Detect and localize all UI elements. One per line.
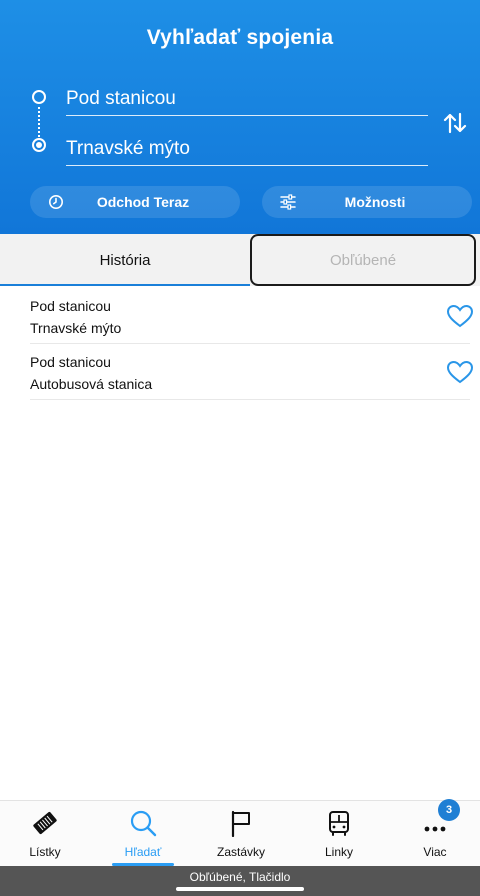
search-header: Vyhľadať spojenia Pod stanicou Trnavské …: [0, 0, 480, 234]
accessibility-status-bar: Obľúbené, Tlačidlo: [0, 866, 480, 896]
list-item-to: Trnavské mýto: [30, 320, 122, 336]
tabbar-label: Viac: [423, 845, 447, 859]
tabbar-label: Hľadať: [124, 845, 162, 859]
options-label: Možnosti: [344, 194, 406, 210]
heart-outline-icon: [446, 360, 474, 384]
tabbar-item-stops[interactable]: Zastávky: [196, 801, 286, 867]
tabbar-item-tickets[interactable]: Lístky: [0, 801, 90, 867]
sliders-icon: [278, 192, 298, 212]
swap-stops-button[interactable]: [440, 108, 470, 138]
notification-badge: 3: [438, 799, 460, 821]
page-title: Vyhľadať spojenia: [146, 26, 334, 49]
destination-field[interactable]: Trnavské mýto: [66, 136, 428, 166]
tabbar-label: Zastávky: [216, 845, 265, 859]
clock-icon: [46, 192, 66, 212]
history-favorites-tabs: História Obľúbené: [0, 234, 480, 286]
favorite-button[interactable]: [446, 360, 474, 384]
route-line: [38, 107, 40, 137]
tabbar-label: Lístky: [29, 845, 61, 859]
tabbar-item-search[interactable]: Hľadať: [98, 801, 188, 867]
departure-time-label: Odchod Teraz: [96, 194, 190, 210]
heart-outline-icon: [446, 304, 474, 328]
tabbar-label: Linky: [324, 845, 353, 859]
list-item[interactable]: Pod stanicou Autobusová stanica: [30, 344, 474, 400]
history-list: Pod stanicou Trnavské mýto Pod stanicou …: [0, 288, 480, 400]
list-item-from: Pod stanicou: [30, 298, 111, 314]
swap-arrows-icon: [443, 112, 467, 134]
origin-dot-icon: [32, 90, 46, 104]
flag-icon: [231, 810, 250, 837]
bottom-tab-bar: Lístky Hľadať Zastávky Linky 3 Viac: [0, 799, 480, 867]
list-item-to: Autobusová stanica: [30, 376, 153, 392]
tab-favorites[interactable]: Obľúbené: [250, 234, 476, 286]
search-icon: [130, 810, 157, 837]
options-button[interactable]: Možnosti: [262, 186, 472, 218]
ticket-icon: [33, 811, 57, 835]
list-item-from: Pod stanicou: [30, 354, 111, 370]
destination-dot-icon: [32, 138, 46, 152]
favorite-button[interactable]: [446, 304, 474, 328]
accessibility-caption: Obľúbené, Tlačidlo: [189, 870, 291, 884]
route-indicator: [30, 90, 50, 160]
list-item[interactable]: Pod stanicou Trnavské mýto: [30, 288, 474, 344]
origin-field[interactable]: Pod stanicou: [66, 86, 428, 116]
tabbar-item-lines[interactable]: Linky: [294, 801, 384, 867]
tab-history[interactable]: História: [0, 234, 250, 286]
home-indicator[interactable]: [176, 887, 304, 891]
tabbar-item-more[interactable]: 3 Viac: [390, 799, 480, 867]
departure-time-button[interactable]: Odchod Teraz: [30, 186, 240, 218]
bus-icon: [329, 811, 349, 836]
